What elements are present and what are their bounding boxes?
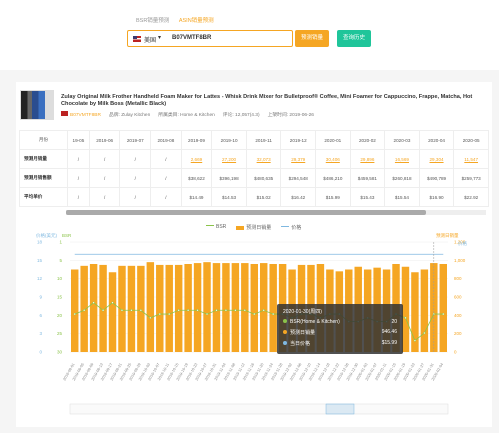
price-tick-label: 18	[37, 240, 43, 245]
bsr-point	[196, 309, 199, 312]
bsr-tick-label: 1	[59, 240, 62, 245]
bsr-tick-label: 25	[57, 331, 63, 336]
zoom-slider	[69, 403, 449, 415]
bsr-tick-label: 15	[57, 295, 63, 300]
bsr-point	[101, 309, 105, 312]
bsr-point	[253, 312, 256, 316]
bsr-point	[130, 309, 133, 312]
sales-bar	[439, 264, 447, 352]
bsr-tick-label: 30	[57, 350, 63, 355]
sales-bar	[80, 265, 88, 352]
sales-bar	[269, 264, 277, 352]
tooltip-bsr: BSR(Home & Kitchen) 20	[283, 319, 397, 325]
bsr-point	[234, 309, 237, 312]
chart-tooltip: 2020-01-30(周四) BSR(Home & Kitchen) 20 预测日…	[277, 304, 403, 354]
bsr-point	[73, 312, 76, 316]
sales-bar	[165, 264, 173, 352]
right-tick-label: 0	[454, 350, 457, 355]
sales-bar	[212, 263, 221, 352]
bsr-point	[404, 316, 407, 320]
sales-bar	[203, 262, 211, 352]
bsr-tick-label: 5	[59, 258, 62, 263]
bsr-point	[139, 309, 143, 312]
bsr-point	[272, 312, 275, 316]
bsr-point	[120, 309, 124, 312]
sales-bar	[222, 263, 230, 352]
bsr-tick-label: 10	[57, 276, 63, 281]
tooltip-date: 2020-01-30(周四)	[283, 309, 322, 315]
bsr-tick-label: 20	[57, 313, 63, 318]
bsr-point	[111, 301, 114, 304]
sales-bar	[174, 264, 183, 352]
price-tick-label: 6	[39, 313, 42, 318]
tooltip-sales: 预测日销量 946.46	[283, 329, 397, 336]
price-axis-label: 价格(美元)	[36, 232, 57, 239]
right-tick-label: 400	[454, 313, 462, 318]
bsr-point	[215, 309, 218, 312]
sales-bar	[127, 265, 136, 352]
sales-bar	[231, 263, 240, 352]
sales-bar	[241, 263, 249, 352]
sales-bar	[156, 264, 164, 352]
sales-bar	[250, 264, 258, 352]
sales-bar	[108, 272, 117, 352]
price-tick-label: 0	[39, 350, 42, 355]
right-tick-label: 600	[454, 295, 462, 300]
sales-bar	[184, 264, 192, 352]
bsr-point	[186, 309, 190, 312]
bsr-point	[92, 301, 95, 304]
tooltip-price: 当日价格 $15.99	[283, 340, 397, 347]
sales-bar	[118, 265, 126, 352]
bsr-point	[168, 312, 171, 316]
sales-axis-label: 预测日销量	[436, 232, 459, 239]
sales-chart: 02004006008001,0001,20030252015105103691…	[36, 232, 467, 415]
bsr-point	[205, 312, 209, 316]
price-tick-label: 15	[37, 258, 43, 263]
bsr-point	[149, 316, 152, 320]
bsr-point	[442, 312, 445, 316]
right-tick-label: 1,000	[454, 258, 466, 263]
sales-bar	[420, 269, 429, 352]
bsr-point	[177, 309, 180, 312]
bsr-point	[423, 331, 426, 335]
zoom-handle	[325, 403, 355, 415]
right-tick-label: 800	[454, 276, 462, 281]
sales-bar	[193, 263, 202, 352]
sales-bar	[146, 262, 155, 352]
bsr-point	[83, 309, 86, 312]
price-tick-label: 9	[39, 295, 42, 300]
sales-bar	[137, 265, 145, 352]
bsr-point	[224, 309, 228, 312]
sales-bar	[89, 264, 98, 352]
sales-bar	[260, 263, 268, 352]
price-right-axis-label: 价格	[458, 240, 467, 247]
price-tick-label: 3	[39, 331, 42, 336]
bsr-axis-label: BSR	[62, 233, 72, 238]
bsr-point	[158, 312, 161, 316]
sales-bar	[71, 269, 79, 352]
bsr-point	[413, 339, 417, 342]
bsr-point	[262, 309, 265, 312]
right-tick-label: 200	[454, 331, 462, 336]
price-tick-label: 12	[37, 276, 43, 281]
bsr-point	[243, 309, 246, 312]
